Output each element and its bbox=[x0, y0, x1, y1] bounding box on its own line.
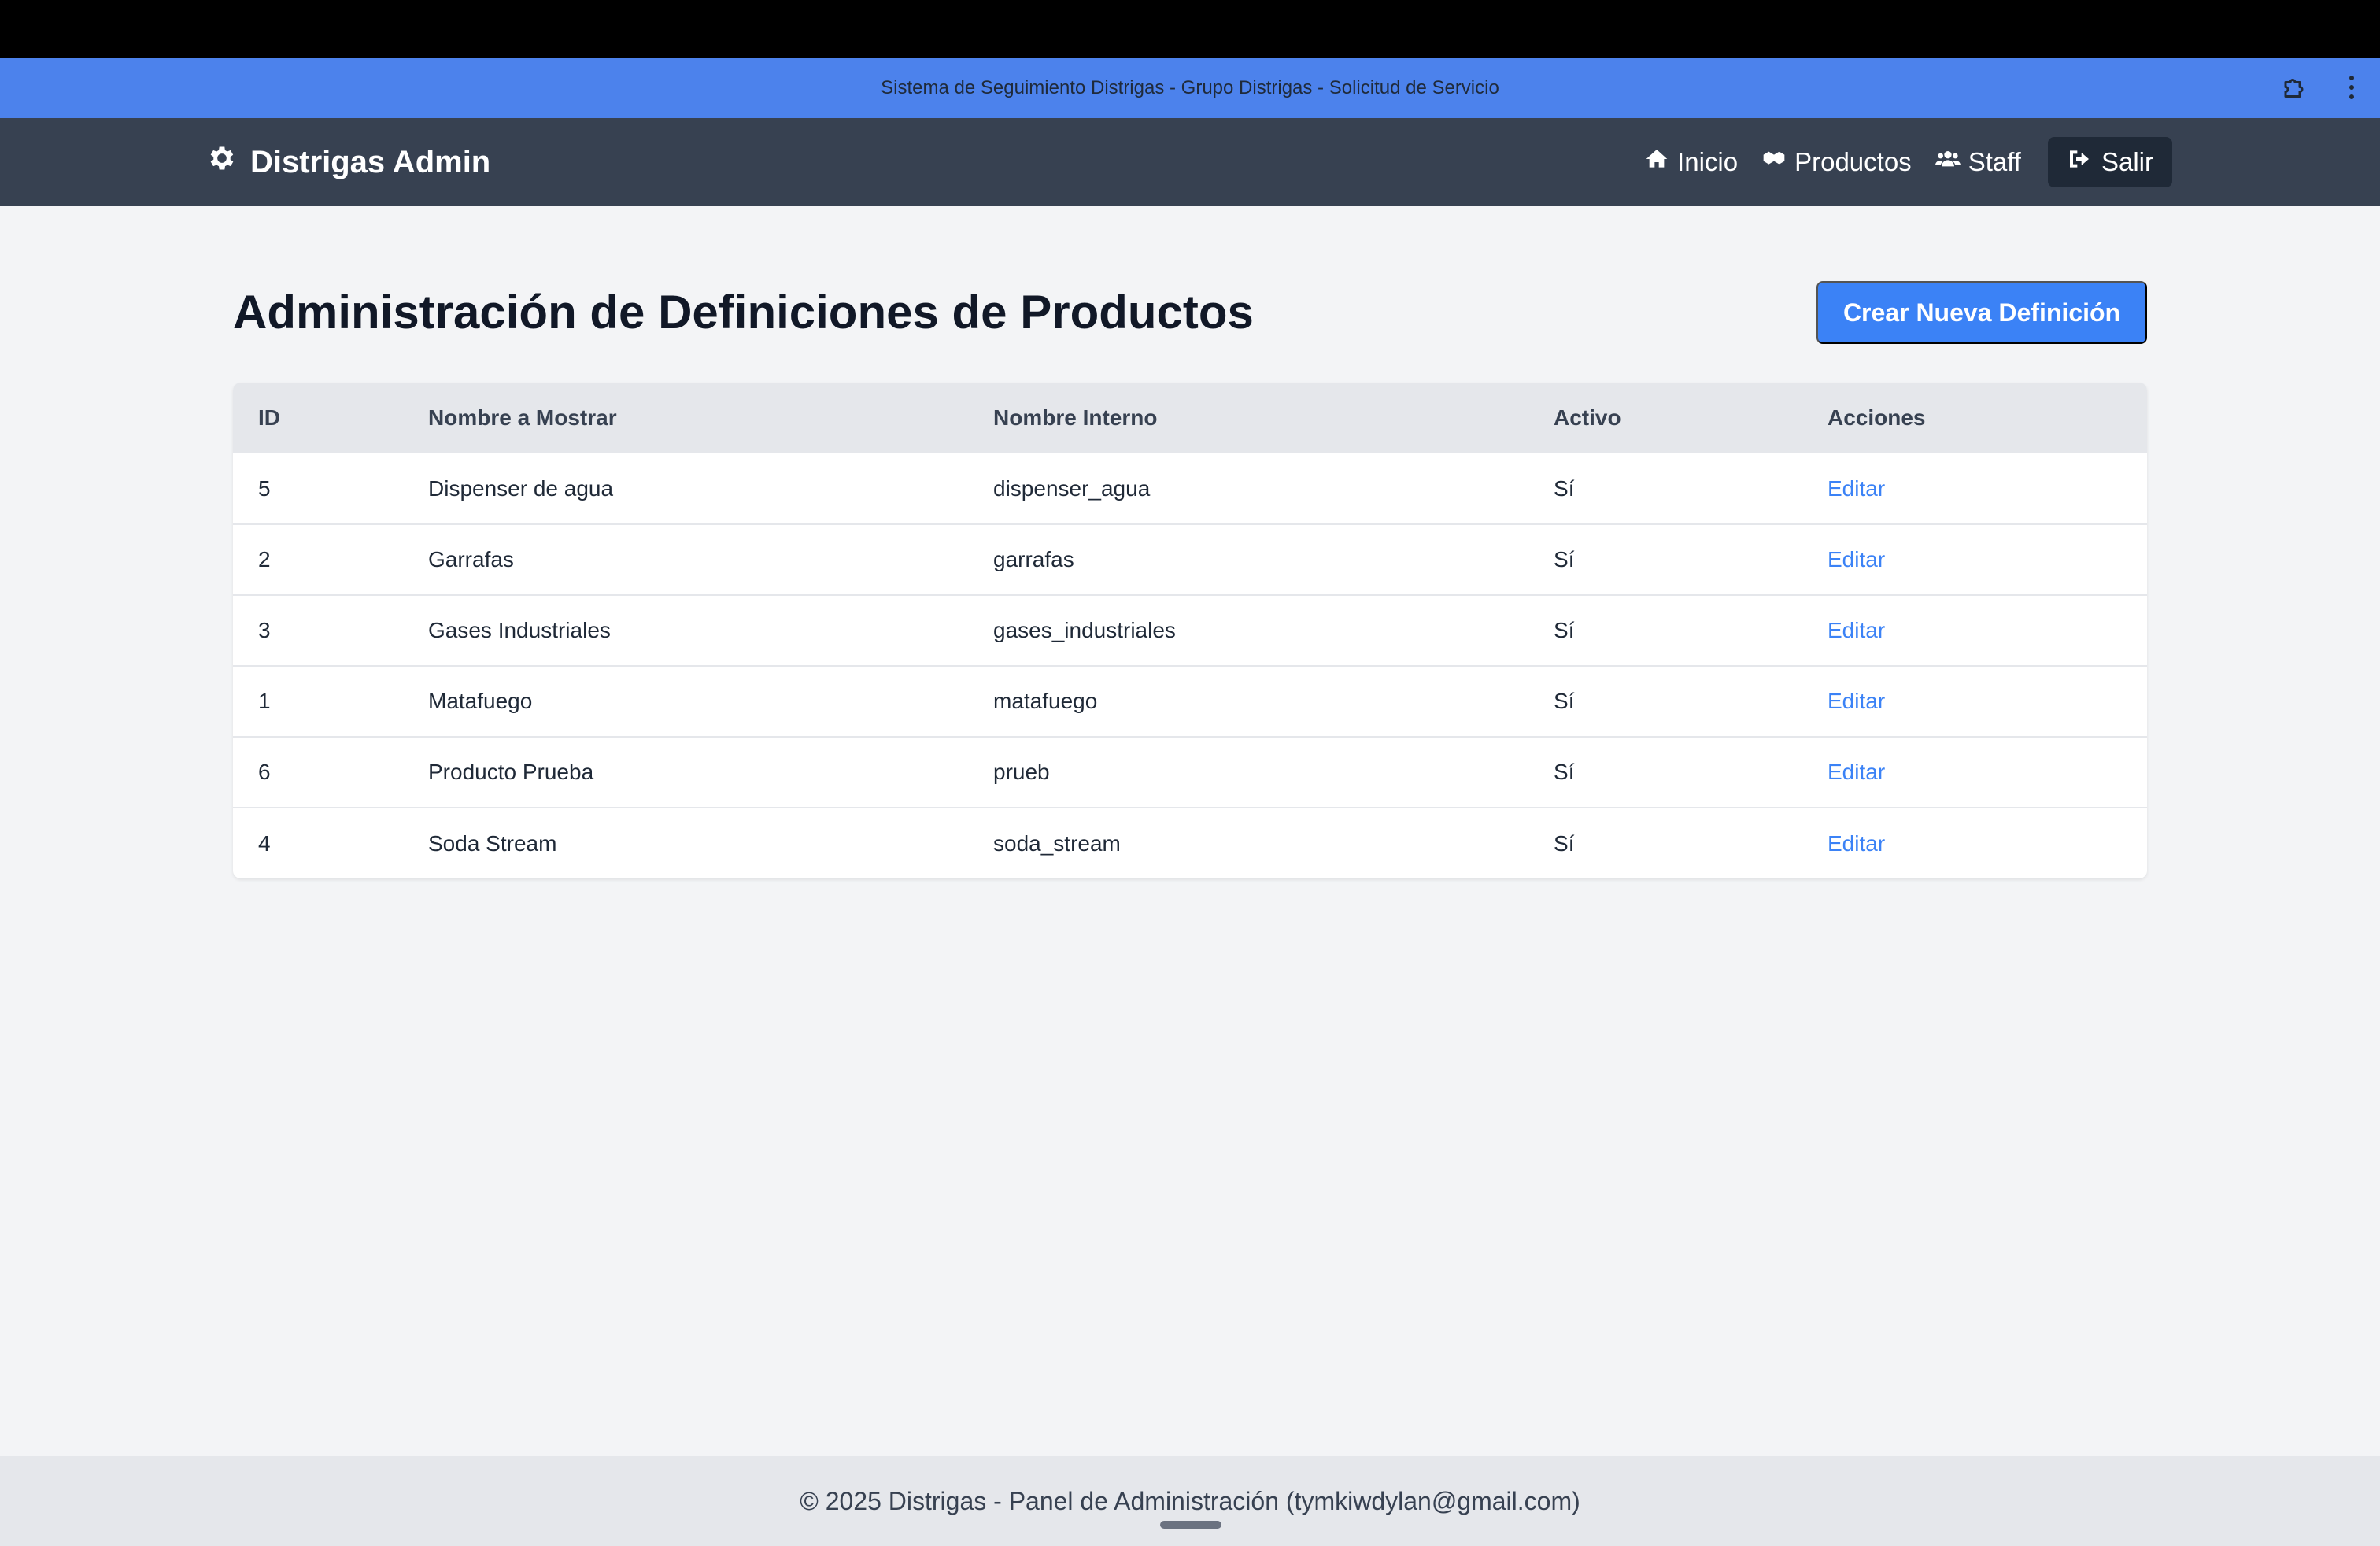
cell-internal-name: dispenser_agua bbox=[993, 475, 1151, 501]
logout-label: Salir bbox=[2101, 147, 2153, 176]
edit-link[interactable]: Editar bbox=[1802, 453, 2147, 524]
cell-display-name: Gases Industriales bbox=[428, 618, 611, 642]
nav-link-staff[interactable]: Staff bbox=[1935, 146, 2021, 178]
edit-link[interactable]: Editar bbox=[1802, 595, 2147, 666]
cell-active: Sí bbox=[1554, 760, 1575, 784]
cell-internal-name: prueb bbox=[993, 760, 1050, 784]
home-icon bbox=[1644, 146, 1669, 178]
products-table: ID Nombre a Mostrar Nombre Interno Activ… bbox=[233, 383, 2147, 878]
page-title: Administración de Definiciones de Produc… bbox=[233, 286, 1254, 338]
create-definition-button[interactable]: Crear Nueva Definición bbox=[1816, 281, 2147, 344]
products-table-card: ID Nombre a Mostrar Nombre Interno Activ… bbox=[233, 383, 2147, 878]
cell-internal-name: matafuego bbox=[993, 689, 1098, 713]
cell-display-name: Dispenser de agua bbox=[428, 475, 614, 501]
top-navbar: Distrigas Admin Inicio Productos Staff S… bbox=[0, 118, 2380, 206]
cell-internal-name: garrafas bbox=[993, 547, 1074, 571]
table-body: 5 Dispenser de agua dispenser_agua Sí Ed… bbox=[233, 453, 2147, 878]
footer-text: © 2025 Distrigas - Panel de Administraci… bbox=[800, 1486, 1580, 1515]
table-row: 1 Matafuego matafuego Sí Editar bbox=[233, 666, 2147, 737]
edit-link[interactable]: Editar bbox=[1802, 666, 2147, 737]
cell-id: 4 bbox=[258, 830, 271, 856]
brand[interactable]: Distrigas Admin bbox=[206, 118, 490, 206]
brand-name: Distrigas Admin bbox=[250, 144, 491, 179]
browser-app-bar: Sistema de Seguimiento Distrigas - Grupo… bbox=[0, 58, 2380, 118]
cell-id: 3 bbox=[258, 618, 271, 642]
cell-display-name: Matafuego bbox=[428, 689, 533, 713]
cell-display-name: Producto Prueba bbox=[428, 760, 594, 784]
table-row: 6 Producto Prueba prueb Sí Editar bbox=[233, 737, 2147, 808]
puzzle-icon[interactable] bbox=[2281, 74, 2309, 102]
table-row: 2 Garrafas garrafas Sí Editar bbox=[233, 524, 2147, 595]
cell-active: Sí bbox=[1554, 830, 1575, 856]
cell-active: Sí bbox=[1554, 689, 1575, 713]
users-icon bbox=[1935, 146, 1961, 178]
edit-link[interactable]: Editar bbox=[1802, 737, 2147, 808]
cell-id: 2 bbox=[258, 547, 271, 571]
table-row: 4 Soda Stream soda_stream Sí Editar bbox=[233, 808, 2147, 878]
nav-links: Inicio Productos Staff Salir bbox=[1644, 118, 2172, 206]
nav-link-label: Inicio bbox=[1677, 147, 1739, 176]
footer: © 2025 Distrigas - Panel de Administraci… bbox=[0, 1456, 2380, 1546]
cell-active: Sí bbox=[1554, 475, 1575, 501]
more-vertical-icon[interactable] bbox=[2345, 72, 2358, 104]
cell-id: 5 bbox=[258, 475, 271, 501]
edit-link[interactable]: Editar bbox=[1802, 524, 2147, 595]
cell-id: 6 bbox=[258, 760, 271, 784]
table-row: 5 Dispenser de agua dispenser_agua Sí Ed… bbox=[233, 453, 2147, 524]
cell-display-name: Soda Stream bbox=[428, 830, 557, 856]
browser-page-title: Sistema de Seguimiento Distrigas - Grupo… bbox=[881, 77, 1499, 98]
nav-link-inicio[interactable]: Inicio bbox=[1644, 146, 1738, 178]
cell-active: Sí bbox=[1554, 547, 1575, 571]
nav-link-label: Staff bbox=[1968, 147, 2021, 176]
column-header-actions: Acciones bbox=[1828, 405, 1926, 430]
cell-internal-name: gases_industriales bbox=[993, 618, 1176, 642]
cell-id: 1 bbox=[258, 689, 271, 713]
gear-icon bbox=[206, 142, 238, 182]
boxes-icon bbox=[1761, 146, 1787, 178]
cell-active: Sí bbox=[1554, 618, 1575, 642]
table-header: ID Nombre a Mostrar Nombre Interno Activ… bbox=[233, 383, 2147, 453]
device-status-bar bbox=[0, 0, 2380, 58]
column-header-display-name: Nombre a Mostrar bbox=[428, 405, 617, 430]
nav-link-productos[interactable]: Productos bbox=[1761, 146, 1912, 178]
column-header-internal-name: Nombre Interno bbox=[993, 405, 1158, 430]
home-indicator bbox=[1160, 1521, 1221, 1529]
edit-link[interactable]: Editar bbox=[1802, 808, 2147, 878]
cell-display-name: Garrafas bbox=[428, 547, 514, 571]
column-header-id: ID bbox=[258, 405, 280, 430]
column-header-active: Activo bbox=[1554, 405, 1621, 430]
sign-out-icon bbox=[2067, 146, 2092, 178]
cell-internal-name: soda_stream bbox=[993, 830, 1121, 856]
table-row: 3 Gases Industriales gases_industriales … bbox=[233, 595, 2147, 666]
logout-button[interactable]: Salir bbox=[2047, 137, 2172, 187]
nav-link-label: Productos bbox=[1794, 147, 1912, 176]
